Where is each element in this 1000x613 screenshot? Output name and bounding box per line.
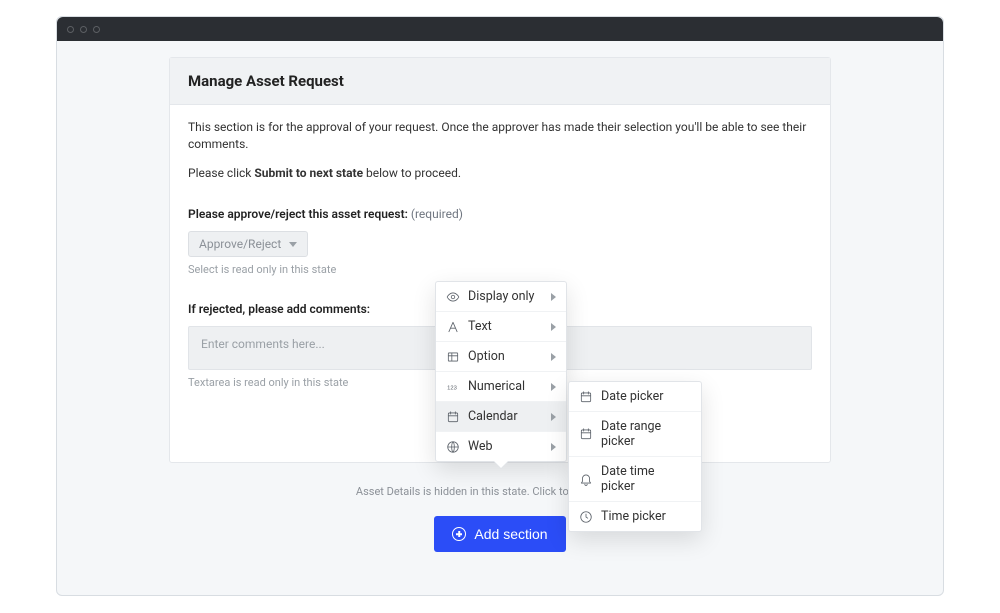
intro2-bold: Submit to next state [254,166,363,180]
textarea-placeholder: Enter comments here... [201,337,325,351]
textA-icon [446,320,460,334]
element-type-menu: Display only Text Option 123 Numerical Calend… [435,281,567,462]
submenu-item-label: Date picker [601,389,691,404]
chevron-right-icon [551,443,556,451]
intro2-suffix: below to proceed. [363,166,461,180]
submenu-item-date-range-picker[interactable]: Date range picker [569,412,701,457]
menu-item-display-only[interactable]: Display only [436,282,566,312]
intro2-prefix: Please click [188,166,254,180]
submenu-item-label: Date range picker [601,419,691,449]
svg-text:123: 123 [447,385,457,391]
content-area: Manage Asset Request This section is for… [57,41,943,576]
bell-icon [579,472,593,486]
grid-icon [446,350,460,364]
submenu-item-label: Time picker [601,509,691,524]
chevron-right-icon [551,353,556,361]
chevron-right-icon [551,383,556,391]
window-control-close[interactable] [67,26,74,33]
calendar-icon [579,390,593,404]
window-control-min[interactable] [80,26,87,33]
footer-actions: Add section [169,516,831,552]
panel-title: Manage Asset Request [188,72,812,90]
approve-label: Please approve/reject this asset request… [188,207,408,221]
menu-item-web[interactable]: Web [436,432,566,461]
chevron-right-icon [551,293,556,301]
menu-item-calendar[interactable]: Calendar [436,402,566,432]
plus-circle-icon [452,527,466,541]
menu-item-label: Option [468,349,543,364]
eye-icon [446,290,460,304]
intro-text-1: This section is for the approval of your… [188,119,812,153]
panel-header: Manage Asset Request [170,58,830,105]
num123-icon: 123 [446,380,460,394]
menu-item-numerical[interactable]: 123 Numerical [436,372,566,402]
submenu-item-label: Date time picker [601,464,691,494]
clock-icon [579,510,593,524]
approve-reject-select[interactable]: Approve/Reject [188,231,308,257]
menu-item-label: Numerical [468,379,543,394]
calendar-icon [579,427,593,441]
calendar-submenu: Date picker Date range picker Date time pi… [568,381,702,532]
approve-label-row: Please approve/reject this asset request… [188,207,812,221]
window-control-max[interactable] [93,26,100,33]
app-window: Manage Asset Request This section is for… [56,16,944,596]
menu-item-label: Web [468,439,543,454]
submenu-item-time-picker[interactable]: Time picker [569,502,701,531]
chevron-right-icon [551,323,556,331]
select-value: Approve/Reject [199,237,281,251]
menu-item-label: Text [468,319,543,334]
panel-body: This section is for the approval of your… [170,105,830,462]
hidden-section-note[interactable]: Asset Details is hidden in this state. C… [169,485,831,498]
globe-icon [446,440,460,454]
menu-item-label: Calendar [468,409,543,424]
add-section-button[interactable]: Add section [434,516,565,552]
select-readonly-hint: Select is read only in this state [188,263,812,276]
add-section-label: Add section [474,526,547,542]
required-badge: (required) [411,207,463,221]
menu-item-option[interactable]: Option [436,342,566,372]
menu-item-label: Display only [468,289,543,304]
chevron-down-icon [289,242,297,247]
calendar-icon [446,410,460,424]
submenu-item-date-time-picker[interactable]: Date time picker [569,457,701,502]
menu-item-text[interactable]: Text [436,312,566,342]
intro-text-2: Please click Submit to next state below … [188,165,812,182]
window-titlebar [57,17,943,41]
manage-asset-panel: Manage Asset Request This section is for… [169,57,831,463]
submenu-item-date-picker[interactable]: Date picker [569,382,701,412]
chevron-right-icon [551,413,556,421]
